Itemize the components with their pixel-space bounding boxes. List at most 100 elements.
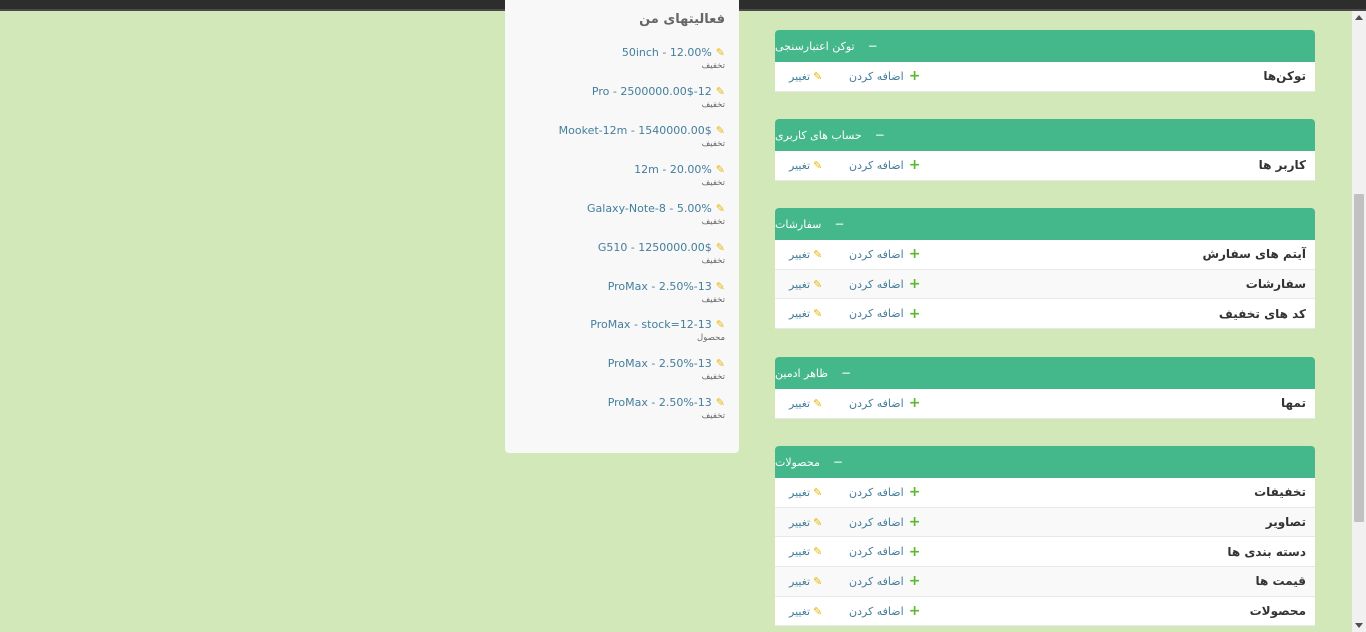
recent-action-text[interactable]: ProMax - 2.50%-13 bbox=[608, 357, 712, 370]
change-link[interactable]: ✎ تغییر bbox=[789, 62, 822, 91]
recent-action-link[interactable]: ProMax - 2.50%-13 ✎ bbox=[515, 357, 725, 370]
change-label[interactable]: تغییر bbox=[789, 70, 810, 83]
add-link[interactable]: + اضافه کردن bbox=[849, 478, 920, 507]
pencil-icon: ✎ bbox=[813, 247, 823, 261]
add-link[interactable]: + اضافه کردن bbox=[849, 597, 920, 626]
recent-action-text[interactable]: G510 - 1250000.00$ bbox=[598, 241, 712, 254]
add-label[interactable]: اضافه کردن bbox=[849, 248, 904, 261]
add-link[interactable]: + اضافه کردن bbox=[849, 240, 920, 269]
scrollbar-thumb[interactable] bbox=[1354, 194, 1364, 522]
add-label[interactable]: اضافه کردن bbox=[849, 486, 904, 499]
recent-action-link[interactable]: ProMax - stock=12-13 ✎ bbox=[515, 318, 725, 331]
change-link[interactable]: ✎ تغییر bbox=[789, 299, 822, 328]
change-label[interactable]: تغییر bbox=[789, 516, 810, 529]
module-header[interactable]: − محصولات bbox=[775, 446, 1315, 478]
change-link[interactable]: ✎ تغییر bbox=[789, 151, 822, 180]
recent-action-item: ProMax - 2.50%-13 ✎ تخفیف bbox=[515, 280, 725, 305]
module-header[interactable]: − توکن اعتبارسنجی bbox=[775, 30, 1315, 62]
minus-icon[interactable]: − bbox=[833, 456, 843, 468]
recent-action-text[interactable]: Mooket-12m - 1540000.00$ bbox=[559, 124, 712, 137]
model-name-link[interactable]: توکن‌ها bbox=[1263, 62, 1306, 91]
change-link[interactable]: ✎ تغییر bbox=[789, 567, 822, 596]
model-name-link[interactable]: کد های تخفیف bbox=[1219, 299, 1306, 328]
change-link[interactable]: ✎ تغییر bbox=[789, 478, 822, 507]
model-name-link[interactable]: قیمت ها bbox=[1255, 567, 1306, 596]
change-label[interactable]: تغییر bbox=[789, 278, 810, 291]
change-label[interactable]: تغییر bbox=[789, 575, 810, 588]
add-link[interactable]: + اضافه کردن bbox=[849, 567, 920, 596]
change-label[interactable]: تغییر bbox=[789, 545, 810, 558]
recent-action-text[interactable]: ProMax - 2.50%-13 bbox=[608, 280, 712, 293]
recent-action-link[interactable]: ProMax - 2.50%-13 ✎ bbox=[515, 280, 725, 293]
recent-action-type: تخفیف bbox=[701, 139, 725, 149]
recent-action-text[interactable]: Galaxy-Note-8 - 5.00% bbox=[587, 202, 712, 215]
change-link[interactable]: ✎ تغییر bbox=[789, 389, 822, 418]
recent-action-type: تخفیف bbox=[701, 100, 725, 110]
model-name-link[interactable]: محصولات bbox=[1250, 597, 1306, 626]
add-label[interactable]: اضافه کردن bbox=[849, 278, 904, 291]
module-header[interactable]: − حساب های کاربری bbox=[775, 119, 1315, 151]
change-link[interactable]: ✎ تغییر bbox=[789, 508, 822, 537]
change-link[interactable]: ✎ تغییر bbox=[789, 240, 822, 269]
model-row: تمها + اضافه کردن ✎ تغییر bbox=[775, 389, 1315, 419]
change-link[interactable]: ✎ تغییر bbox=[789, 270, 822, 299]
recent-action-link[interactable]: Galaxy-Note-8 - 5.00% ✎ bbox=[515, 202, 725, 215]
change-label[interactable]: تغییر bbox=[789, 397, 810, 410]
add-link[interactable]: + اضافه کردن bbox=[849, 389, 920, 418]
module-header[interactable]: − ظاهر ادمین bbox=[775, 357, 1315, 389]
model-name-link[interactable]: تمها bbox=[1281, 389, 1306, 418]
add-label[interactable]: اضافه کردن bbox=[849, 397, 904, 410]
model-row: توکن‌ها + اضافه کردن ✎ تغییر bbox=[775, 62, 1315, 92]
change-label[interactable]: تغییر bbox=[789, 159, 810, 172]
add-label[interactable]: اضافه کردن bbox=[849, 307, 904, 320]
add-link[interactable]: + اضافه کردن bbox=[849, 537, 920, 566]
add-label[interactable]: اضافه کردن bbox=[849, 605, 904, 618]
model-name-link[interactable]: سفارشات bbox=[1246, 270, 1306, 299]
change-label[interactable]: تغییر bbox=[789, 605, 810, 618]
recent-action-link[interactable]: 12m - 20.00% ✎ bbox=[515, 163, 725, 176]
add-label[interactable]: اضافه کردن bbox=[849, 545, 904, 558]
pencil-icon: ✎ bbox=[715, 85, 725, 98]
add-label[interactable]: اضافه کردن bbox=[849, 159, 904, 172]
add-link[interactable]: + اضافه کردن bbox=[849, 62, 920, 91]
recent-action-text[interactable]: ProMax - stock=12-13 bbox=[590, 318, 712, 331]
model-name-link[interactable]: کاربر ها bbox=[1259, 151, 1306, 180]
recent-action-link[interactable]: ProMax - 2.50%-13 ✎ bbox=[515, 396, 725, 409]
add-label[interactable]: اضافه کردن bbox=[849, 575, 904, 588]
module-header[interactable]: − سفارشات bbox=[775, 208, 1315, 240]
recent-action-item: Galaxy-Note-8 - 5.00% ✎ تخفیف bbox=[515, 202, 725, 227]
change-link[interactable]: ✎ تغییر bbox=[789, 597, 822, 626]
recent-action-link[interactable]: Mooket-12m - 1540000.00$ ✎ bbox=[515, 124, 725, 137]
recent-action-text[interactable]: 50inch - 12.00% bbox=[622, 46, 712, 59]
add-label[interactable]: اضافه کردن bbox=[849, 516, 904, 529]
minus-icon[interactable]: − bbox=[868, 40, 878, 52]
vertical-scrollbar[interactable] bbox=[1352, 11, 1366, 632]
recent-action-link[interactable]: G510 - 1250000.00$ ✎ bbox=[515, 241, 725, 254]
minus-icon[interactable]: − bbox=[834, 218, 844, 230]
add-link[interactable]: + اضافه کردن bbox=[849, 508, 920, 537]
plus-icon: + bbox=[908, 395, 921, 412]
add-label[interactable]: اضافه کردن bbox=[849, 70, 904, 83]
add-link[interactable]: + اضافه کردن bbox=[849, 151, 920, 180]
add-link[interactable]: + اضافه کردن bbox=[849, 299, 920, 328]
recent-action-link[interactable]: 50inch - 12.00% ✎ bbox=[515, 46, 725, 59]
model-name-link[interactable]: تخفیفات bbox=[1254, 478, 1306, 507]
module-title: محصولات bbox=[775, 455, 820, 469]
model-name-link[interactable]: تصاویر bbox=[1266, 508, 1306, 537]
scroll-up-arrow-icon[interactable] bbox=[1355, 15, 1363, 20]
change-label[interactable]: تغییر bbox=[789, 307, 810, 320]
add-link[interactable]: + اضافه کردن bbox=[849, 270, 920, 299]
model-name-link[interactable]: دسته بندی ها bbox=[1227, 537, 1306, 566]
recent-action-link[interactable]: Pro - 2500000.00$-12 ✎ bbox=[515, 85, 725, 98]
minus-icon[interactable]: − bbox=[841, 367, 851, 379]
model-name-link[interactable]: آیتم های سفارش bbox=[1202, 240, 1306, 269]
recent-actions-panel: فعالیتهای من 50inch - 12.00% ✎ تخفیف Pro … bbox=[505, 0, 739, 453]
minus-icon[interactable]: − bbox=[875, 129, 885, 141]
recent-action-text[interactable]: ProMax - 2.50%-13 bbox=[608, 396, 712, 409]
change-label[interactable]: تغییر bbox=[789, 486, 810, 499]
scroll-down-arrow-icon[interactable] bbox=[1355, 623, 1363, 628]
recent-action-text[interactable]: 12m - 20.00% bbox=[634, 163, 712, 176]
change-label[interactable]: تغییر bbox=[789, 248, 810, 261]
recent-action-text[interactable]: Pro - 2500000.00$-12 bbox=[592, 85, 712, 98]
change-link[interactable]: ✎ تغییر bbox=[789, 537, 822, 566]
